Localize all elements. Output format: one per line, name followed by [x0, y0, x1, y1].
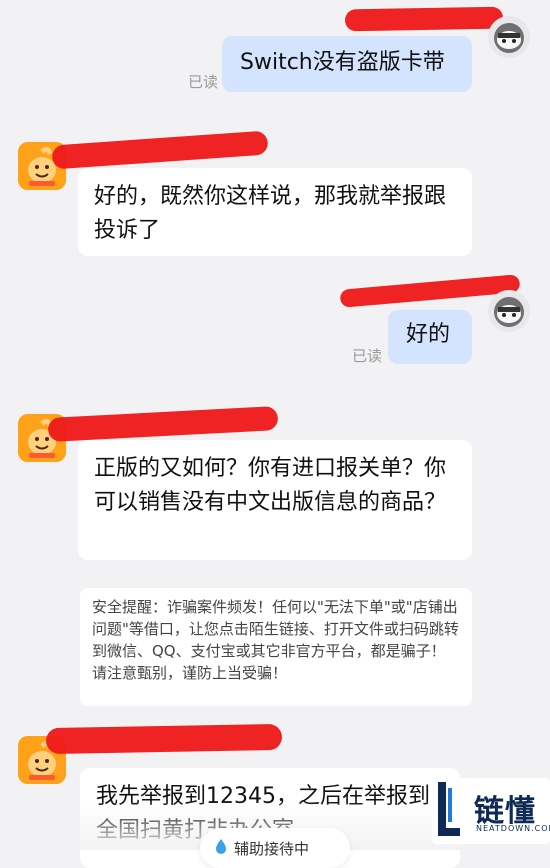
read-receipt: 已读: [352, 347, 383, 365]
message-bubble[interactable]: Switch没有盗版卡带: [222, 36, 472, 92]
user-avatar[interactable]: [488, 16, 530, 58]
security-notice: 安全提醒：诈骗案件频发！任何以"无法下单"或"店铺出问题"等借口，让您点击陌生链…: [80, 588, 472, 706]
flame-icon: [214, 838, 228, 858]
watermark-site: NEATDOWN.COM: [476, 824, 550, 833]
redacted-username: [344, 6, 504, 32]
redacted-shopname: [45, 723, 283, 755]
redacted-shopname: [51, 130, 269, 170]
message-bubble[interactable]: 好的: [388, 310, 472, 364]
read-receipt: 已读: [188, 73, 219, 91]
user-avatar[interactable]: [488, 290, 530, 332]
assist-status-button[interactable]: 辅助接待中: [200, 828, 350, 868]
watermark: 链懂 NEATDOWN.COM: [432, 778, 550, 844]
message-bubble[interactable]: 正版的又如何？你有进口报关单？你可以销售没有中文出版信息的商品？: [78, 440, 472, 560]
watermark-logo-icon: [438, 782, 460, 836]
message-bubble[interactable]: 好的，既然你这样说，那我就举报跟投诉了: [78, 168, 472, 256]
redacted-shopname: [47, 405, 279, 443]
assist-status-label: 辅助接待中: [234, 839, 310, 858]
